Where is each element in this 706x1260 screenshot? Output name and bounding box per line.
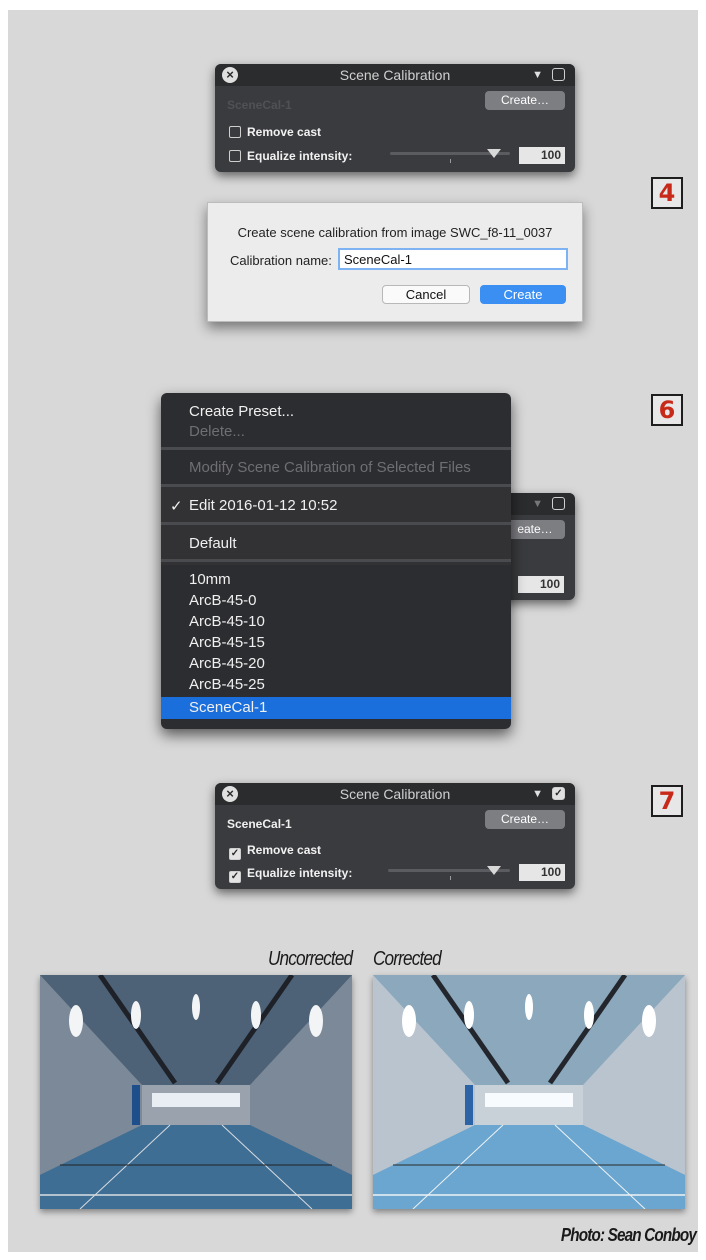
preset-name: SceneCal-1 — [227, 98, 292, 112]
menu-item-preset[interactable]: ArcB-45-15 — [189, 634, 265, 651]
remove-cast-row[interactable]: Remove cast — [229, 125, 321, 139]
corrected-photo — [373, 975, 685, 1209]
intensity-value-field[interactable]: 100 — [519, 147, 565, 164]
menu-item-preset[interactable]: ArcB-45-20 — [189, 655, 265, 672]
step-6-badge: 6 — [651, 394, 683, 426]
photo-credit: Photo: Sean Conboy — [560, 1225, 697, 1245]
slider-tick — [450, 159, 451, 163]
menu-item-preset[interactable]: ArcB-45-10 — [189, 613, 265, 630]
menu-separator — [161, 559, 511, 562]
remove-cast-checkbox[interactable] — [229, 126, 241, 138]
menu-separator — [161, 522, 511, 525]
scene-calibration-panel-initial: × Scene Calibration ▼ SceneCal-1 Create…… — [215, 64, 575, 172]
create-button[interactable]: Create… — [485, 91, 565, 110]
menu-item-preset[interactable]: 10mm — [189, 571, 231, 588]
create-button[interactable]: eate… — [505, 520, 565, 539]
intensity-value-field[interactable]: 100 — [518, 576, 564, 593]
remove-cast-row[interactable]: ✓ Remove cast — [229, 843, 321, 860]
checkmark-icon: ✓ — [170, 498, 183, 515]
equalize-label: Equalize intensity: — [247, 866, 353, 880]
enable-checkbox[interactable]: ✓ — [552, 787, 565, 800]
uncorrected-caption: Uncorrected — [268, 948, 353, 970]
create-calibration-dialog: Create scene calibration from image SWC_… — [207, 202, 583, 322]
menu-item-preset[interactable]: ArcB-45-25 — [189, 676, 265, 693]
create-confirm-button[interactable]: Create — [480, 285, 566, 304]
menu-item-preset[interactable]: ArcB-45-0 — [189, 592, 257, 609]
remove-cast-checkbox[interactable]: ✓ — [229, 848, 241, 860]
menu-item-default[interactable]: Default — [189, 535, 237, 552]
enable-checkbox[interactable] — [552, 497, 565, 510]
remove-cast-label: Remove cast — [247, 125, 322, 139]
intensity-slider-thumb[interactable] — [487, 866, 501, 875]
menu-item-delete: Delete... — [189, 423, 245, 440]
step-7-badge: 7 — [651, 785, 683, 817]
calibration-name-label: Calibration name: — [230, 253, 332, 268]
intensity-value-field[interactable]: 100 — [519, 864, 565, 881]
menu-separator — [161, 484, 511, 487]
equalize-row[interactable]: Equalize intensity: — [229, 149, 352, 163]
step-4-badge: 4 — [651, 177, 683, 209]
menu-item-modify: Modify Scene Calibration of Selected Fil… — [189, 459, 471, 476]
intensity-slider-thumb[interactable] — [487, 149, 501, 158]
menu-separator — [161, 447, 511, 450]
dialog-message: Create scene calibration from image SWC_… — [237, 225, 553, 240]
equalize-label: Equalize intensity: — [247, 149, 353, 163]
calibration-name-input[interactable] — [338, 248, 568, 270]
disclosure-triangle-icon[interactable]: ▼ — [532, 788, 543, 800]
equalize-checkbox[interactable] — [229, 150, 241, 162]
menu-item-create-preset[interactable]: Create Preset... — [189, 403, 294, 420]
remove-cast-label: Remove cast — [247, 843, 322, 857]
preset-dropdown-menu: Create Preset... Delete... Modify Scene … — [161, 393, 511, 729]
preset-name: SceneCal-1 — [227, 817, 292, 831]
scene-calibration-panel-final: × Scene Calibration ▼ ✓ SceneCal-1 Creat… — [215, 783, 575, 889]
cancel-button[interactable]: Cancel — [382, 285, 470, 304]
menu-item-edit[interactable]: Edit 2016-01-12 10:52 — [189, 497, 337, 514]
disclosure-triangle-icon[interactable]: ▼ — [532, 498, 543, 510]
create-button[interactable]: Create… — [485, 810, 565, 829]
menu-item-preset-selected[interactable]: SceneCal-1 — [189, 699, 267, 716]
enable-checkbox[interactable] — [552, 68, 565, 81]
slider-tick — [450, 876, 451, 880]
equalize-row[interactable]: ✓ Equalize intensity: — [229, 866, 352, 883]
uncorrected-photo — [40, 975, 352, 1209]
panel-title: Scene Calibration — [339, 786, 451, 802]
equalize-checkbox[interactable]: ✓ — [229, 871, 241, 883]
corrected-caption: Corrected — [373, 948, 442, 970]
panel-title: Scene Calibration — [339, 67, 451, 83]
disclosure-triangle-icon[interactable]: ▼ — [532, 69, 543, 81]
